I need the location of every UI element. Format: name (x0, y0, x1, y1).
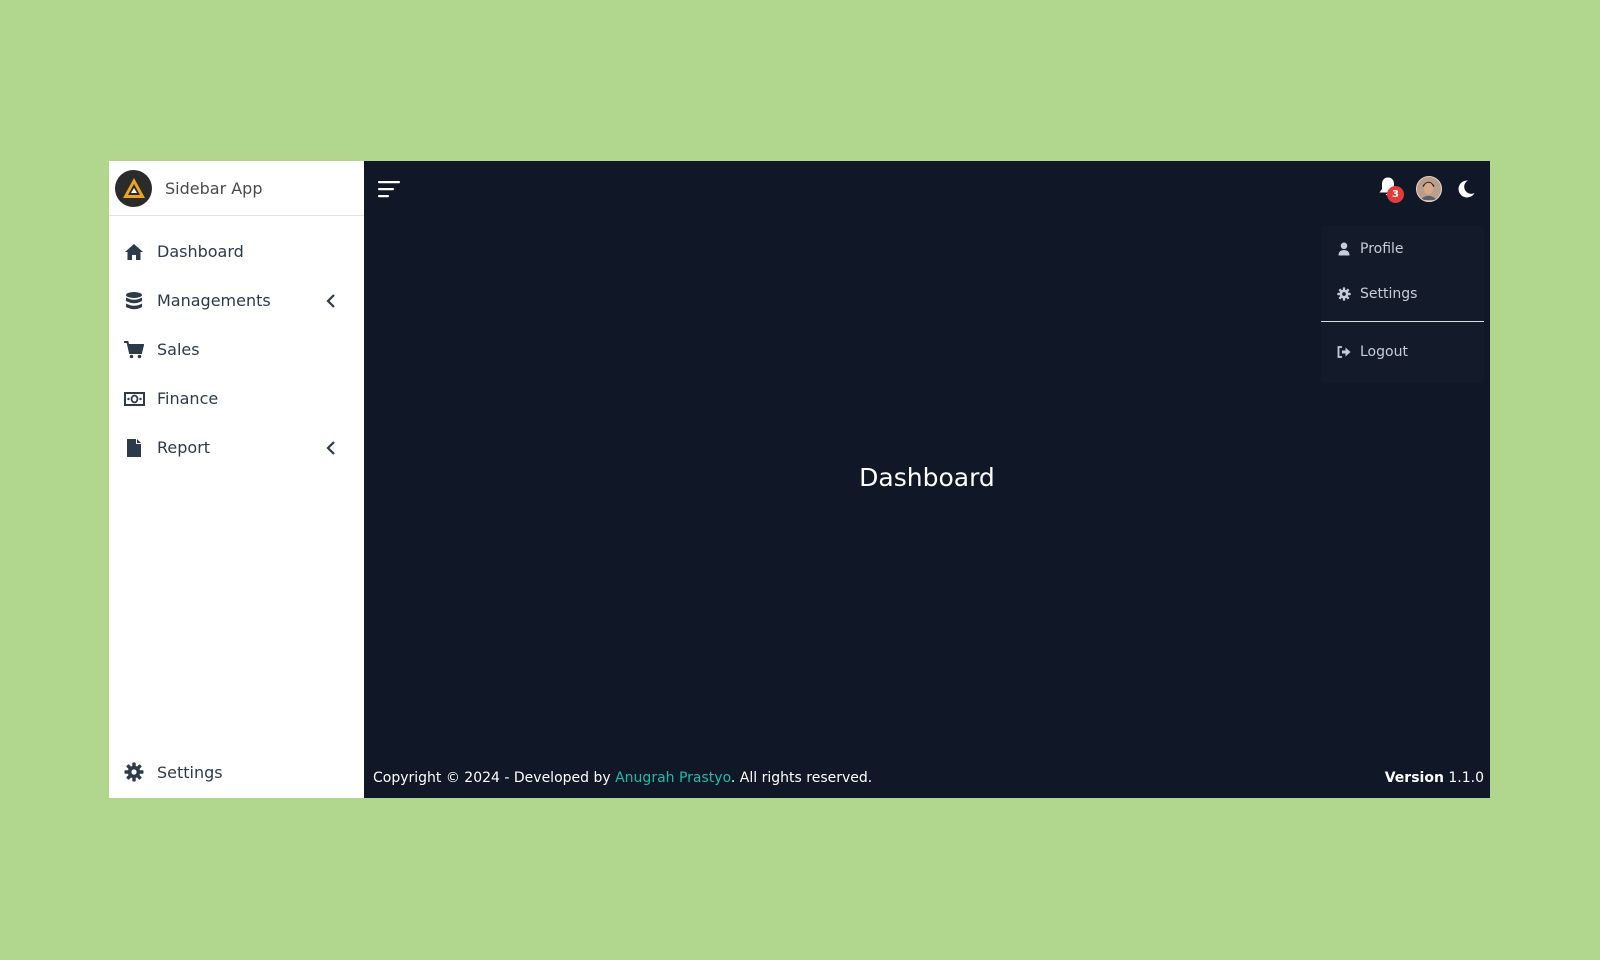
app-window: Sidebar App Dashboard Managements Sales … (109, 161, 1490, 798)
sidebar-item-finance[interactable]: Finance (109, 374, 364, 423)
copyright-text: Copyright © 2024 - Developed by Anugrah … (373, 770, 872, 786)
money-icon (123, 388, 145, 410)
notification-badge: 3 (1387, 185, 1404, 203)
chevron-left-icon (324, 440, 338, 455)
hamburger-icon[interactable] (376, 176, 402, 202)
user-dropdown-menu: Profile Settings Logout (1321, 226, 1484, 383)
sidebar-item-report[interactable]: Report (109, 423, 364, 472)
cart-icon (123, 339, 145, 361)
page-footer: Copyright © 2024 - Developed by Anugrah … (364, 758, 1490, 798)
sidebar-item-label: Finance (157, 389, 219, 408)
sidebar-settings-label: Settings (157, 762, 223, 782)
menu-item-logout[interactable]: Logout (1321, 329, 1484, 374)
brand-logo-icon (115, 169, 152, 207)
sidebar-item-label: Dashboard (157, 242, 244, 261)
sidebar-item-dashboard[interactable]: Dashboard (109, 227, 364, 276)
version-info: Version 1.1.0 (1385, 770, 1484, 786)
sidebar-item-managements[interactable]: Managements (109, 276, 364, 325)
gear-icon (1337, 286, 1351, 301)
database-icon (123, 290, 145, 312)
page-title: Dashboard (859, 463, 995, 492)
chevron-left-icon (324, 293, 338, 308)
topbar-actions: 3 (1376, 175, 1478, 203)
copyright-prefix: Copyright © 2024 - Developed by (373, 770, 616, 786)
file-icon (123, 437, 145, 459)
sidebar: Sidebar App Dashboard Managements Sales … (109, 161, 364, 798)
moon-icon[interactable] (1454, 177, 1478, 201)
copyright-suffix: . All rights reserved. (730, 770, 873, 786)
menu-item-label: Profile (1360, 240, 1404, 257)
author-link[interactable]: Anugrah Prastyo (615, 770, 731, 786)
menu-item-profile[interactable]: Profile (1321, 226, 1484, 271)
version-label: Version (1384, 770, 1444, 786)
sidebar-item-sales[interactable]: Sales (109, 325, 364, 374)
brand-name: Sidebar App (165, 178, 263, 198)
menu-item-label: Logout (1360, 343, 1408, 360)
version-value: 1.1.0 (1448, 770, 1484, 786)
brand[interactable]: Sidebar App (109, 161, 364, 216)
sidebar-item-label: Sales (157, 340, 200, 359)
gear-icon (123, 761, 145, 783)
avatar[interactable] (1416, 175, 1442, 202)
menu-item-label: Settings (1360, 285, 1418, 302)
user-icon (1337, 242, 1351, 256)
sidebar-nav: Dashboard Managements Sales Finance Repo… (109, 216, 364, 472)
topbar: 3 (364, 161, 1490, 216)
notification-button[interactable]: 3 (1376, 177, 1404, 203)
main-content: 3 Profile Settings Logout Dashboard Copy… (364, 161, 1490, 798)
menu-divider (1321, 321, 1484, 322)
menu-item-settings[interactable]: Settings (1321, 271, 1484, 316)
sidebar-settings[interactable]: Settings (109, 746, 364, 798)
sidebar-item-label: Managements (157, 291, 271, 310)
sidebar-item-label: Report (157, 438, 211, 457)
home-icon (123, 241, 145, 263)
sign-out-icon (1337, 345, 1351, 359)
